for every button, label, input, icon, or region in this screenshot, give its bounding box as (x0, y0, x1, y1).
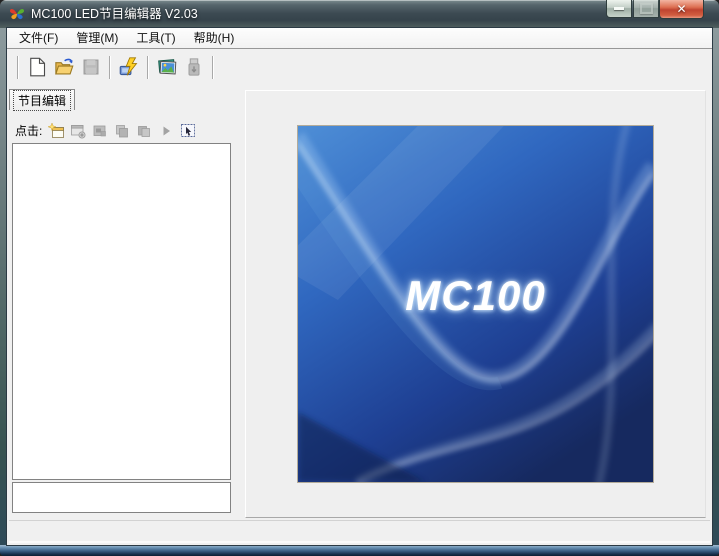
menu-file[interactable]: 文件(F) (10, 28, 67, 48)
menu-manage[interactable]: 管理(M) (67, 28, 127, 48)
pictures-icon (157, 59, 176, 75)
minimize-icon (614, 7, 624, 10)
toolbar-grip (17, 55, 18, 79)
preview-panel: MC100 (245, 90, 706, 518)
close-button[interactable]: ✕ (659, 0, 704, 19)
client-area: 文件(F) 管理(M) 工具(T) 帮助(H) 节目编辑 点击: MC100 (7, 28, 712, 545)
copy-item-icon (116, 124, 129, 137)
open-folder-icon (54, 58, 74, 75)
window-border-left (0, 28, 7, 545)
close-icon: ✕ (676, 2, 687, 16)
minimize-button[interactable] (606, 0, 632, 18)
maximize-button (633, 0, 659, 18)
app-logo-icon (9, 6, 25, 22)
tab-program-edit[interactable]: 节目编辑 (9, 89, 76, 111)
usb-download-icon (188, 58, 199, 76)
menu-help[interactable]: 帮助(H) (185, 28, 244, 48)
new-document-icon (29, 57, 45, 77)
main-content: 节目编辑 点击: MC100 (7, 85, 712, 545)
app-window: MC100 LED节目编辑器 V2.03 ✕ 文件(F) 管理(M) 工具(T)… (0, 0, 719, 556)
window-title: MC100 LED节目编辑器 V2.03 (31, 7, 198, 21)
preview-icon (181, 123, 196, 137)
titlebar[interactable]: MC100 LED节目编辑器 V2.03 ✕ (0, 0, 719, 28)
paste-item-button (135, 122, 153, 139)
menubar: 文件(F) 管理(M) 工具(T) 帮助(H) (7, 28, 712, 49)
program-mini-toolbar: 点击: (15, 121, 197, 140)
save-icon (83, 59, 98, 75)
new-program-button[interactable] (47, 122, 65, 139)
toolbar-save-button (77, 54, 104, 80)
copy-item-button (113, 122, 131, 139)
paste-item-icon (138, 125, 151, 137)
edit-item-button (91, 122, 109, 139)
toolbar-separator (147, 55, 148, 79)
maximize-icon (639, 3, 653, 14)
window-border-right (712, 28, 719, 545)
add-item-icon (71, 124, 86, 138)
program-list[interactable] (12, 143, 231, 480)
click-hint-label: 点击: (15, 124, 43, 138)
add-item-button (69, 122, 87, 139)
watermark-text: MC100 (405, 272, 546, 319)
send-lightning-icon (119, 57, 137, 76)
menu-tools[interactable]: 工具(T) (127, 28, 184, 48)
toolbar-open-button[interactable] (50, 54, 77, 80)
toolbar (7, 49, 712, 85)
toolbar-new-button[interactable] (23, 54, 50, 80)
new-program-icon (48, 122, 65, 138)
toolbar-pictures-button[interactable] (153, 54, 180, 80)
statusbar (9, 520, 710, 543)
edit-item-icon (93, 125, 107, 136)
preview-image: MC100 (297, 125, 654, 483)
tab-label: 节目编辑 (13, 89, 72, 111)
window-border-bottom (0, 545, 719, 556)
play-button (157, 122, 175, 139)
toolbar-usb-button (180, 54, 207, 80)
toolbar-separator (212, 55, 213, 79)
screen: MC100 LED节目编辑器 V2.03 ✕ 文件(F) 管理(M) 工具(T)… (0, 0, 719, 556)
play-icon (163, 126, 171, 135)
toolbar-separator (109, 55, 110, 79)
toolbar-send-button[interactable] (115, 54, 142, 80)
preview-button[interactable] (179, 122, 197, 139)
program-list-footer (12, 482, 231, 513)
